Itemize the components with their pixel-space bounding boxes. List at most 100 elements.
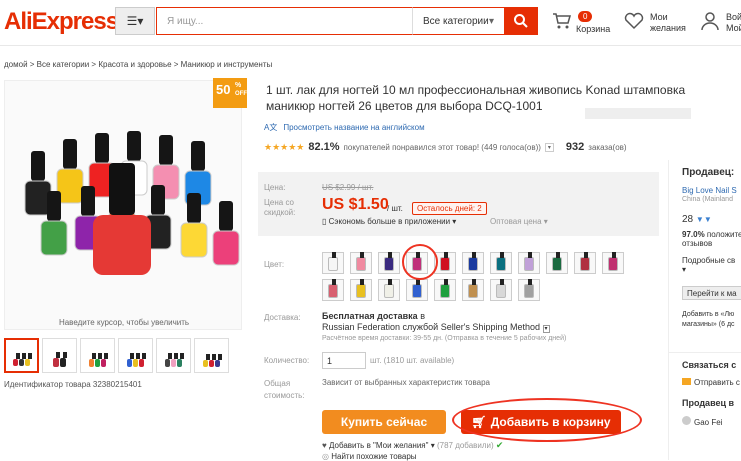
find-similar-text: Найти похожие товары	[331, 452, 417, 461]
swatch-bottle-icon	[608, 252, 618, 271]
wholesale-price-link[interactable]: Оптовая цена ▾	[490, 217, 548, 226]
seller-details-link[interactable]: Подробные св ▾	[682, 256, 735, 274]
discount-price-label-1: Цена со	[264, 198, 294, 207]
bottle-cap	[191, 141, 205, 171]
send-message-link[interactable]: Отправить с	[682, 378, 740, 387]
discount-price-label: Цена со скидкой:	[264, 198, 295, 218]
translate-title-link[interactable]: A文 Просмотреть название на английском	[264, 122, 425, 133]
thumbnail-6[interactable]	[194, 338, 229, 373]
cart-count-badge: 0	[578, 11, 593, 22]
thumbnail-1[interactable]	[4, 338, 39, 373]
add-fav-line1: Добавить в «Лю	[682, 311, 735, 318]
color-swatch[interactable]	[322, 279, 344, 301]
swatch-bottle-icon	[384, 252, 394, 271]
app-save-link[interactable]: ▯ Сэкономь больше в приложении ▾	[322, 217, 456, 226]
account-link[interactable]: ВойМой	[726, 12, 741, 34]
bottle-cap	[219, 201, 233, 231]
swatch-bottle-icon	[524, 279, 534, 298]
account-line2: Мой	[726, 23, 741, 33]
wishlist-heart-icon: ♥	[322, 441, 327, 450]
envelope-icon	[682, 378, 691, 385]
shipping-method-text: Russian Federation службой Seller's Ship…	[322, 322, 540, 332]
wishlist-line1: Мои	[650, 12, 668, 22]
quantity-available: шт. (1810 шт. available)	[370, 356, 455, 365]
translate-title-text: Просмотреть название на английском	[283, 123, 425, 132]
color-swatch[interactable]	[350, 279, 372, 301]
seller-name-link[interactable]: Big Love Nail S	[682, 186, 737, 195]
search-input[interactable]: Я ищу...	[156, 7, 412, 35]
orders-count: 932	[565, 141, 585, 153]
color-swatch[interactable]	[350, 252, 372, 274]
color-swatch[interactable]	[574, 252, 596, 274]
bottle-body	[212, 230, 240, 266]
category-menu-button[interactable]: ☰▾	[115, 7, 155, 35]
seller-score-value: 28	[682, 214, 694, 225]
color-swatch[interactable]	[406, 279, 428, 301]
divider	[668, 352, 741, 353]
user-icon[interactable]	[700, 11, 720, 31]
free-shipping: Бесплатная доставка в	[322, 311, 425, 321]
wholesale-price-text: Оптовая цена	[490, 217, 542, 226]
wishlist-add-link[interactable]: ♥ Добавить в "Мои желания" ▾ (787 добави…	[322, 440, 503, 451]
thumbnail-2[interactable]	[42, 338, 77, 373]
color-swatch[interactable]	[462, 252, 484, 274]
cart-icon[interactable]	[552, 12, 572, 30]
phone-icon: ▯	[322, 217, 327, 226]
buy-now-button[interactable]: Купить сейчас	[322, 410, 446, 434]
color-swatch[interactable]	[546, 252, 568, 274]
thumbnail-4[interactable]	[118, 338, 153, 373]
bottle-cap	[63, 139, 77, 169]
add-favorite-store[interactable]: Добавить в «Лю магазины» (6 дс	[682, 310, 735, 330]
seller-country: China (Mainland	[682, 196, 733, 203]
seller-contact-name[interactable]: Gao Fei	[682, 416, 722, 427]
selected-color-annotation	[402, 244, 438, 280]
color-swatch[interactable]	[462, 279, 484, 301]
aliexpress-logo[interactable]: AliExpress	[4, 8, 119, 36]
thumbnail-5[interactable]	[156, 338, 191, 373]
orders-label: заказа(ов)	[588, 142, 627, 152]
bottle-cap	[31, 151, 45, 181]
color-swatch[interactable]	[602, 252, 624, 274]
total-label-2: стоимость:	[264, 391, 305, 400]
shipping-method[interactable]: Russian Federation службой Seller's Ship…	[322, 322, 550, 333]
find-similar-link[interactable]: ◎ Найти похожие товары	[322, 452, 417, 461]
rating-dropdown-icon[interactable]: ▾	[544, 142, 554, 152]
color-swatch[interactable]	[434, 279, 456, 301]
wishlist-add-text: Добавить в "Мои желания"	[328, 441, 429, 450]
color-swatch[interactable]	[378, 279, 400, 301]
discount-price-label-2: скидкой:	[264, 208, 296, 217]
heart-icon[interactable]	[624, 12, 644, 30]
shipping-to: в	[420, 311, 425, 321]
thumbnail-3[interactable]	[80, 338, 115, 373]
color-swatch[interactable]	[518, 252, 540, 274]
color-swatch[interactable]	[490, 279, 512, 301]
color-swatch[interactable]	[322, 252, 344, 274]
rating-text[interactable]: покупателей понравился этот товар! (449 …	[344, 143, 541, 152]
color-swatch[interactable]	[378, 252, 400, 274]
wishlist-link[interactable]: Мои желания	[650, 12, 686, 34]
breadcrumb[interactable]: домой > Все категории > Красота и здоров…	[4, 60, 272, 69]
go-to-store-button[interactable]: Перейти к ма	[682, 286, 741, 300]
color-swatch[interactable]	[518, 279, 540, 301]
account-line1: Вой	[726, 12, 741, 22]
swatch-bottle-icon	[580, 252, 590, 271]
bottle-body	[180, 222, 208, 258]
product-main-image[interactable]: Наведите курсор, чтобы увеличить	[4, 80, 242, 330]
bottle-cap	[151, 185, 165, 215]
quantity-input[interactable]: 1	[322, 352, 366, 369]
search-button[interactable]	[504, 7, 538, 35]
price-unit: / шт.	[387, 204, 403, 213]
similar-icon: ◎	[322, 452, 329, 461]
color-swatch[interactable]	[490, 252, 512, 274]
cart-label[interactable]: Корзина	[576, 24, 610, 35]
bottle-cap	[127, 131, 141, 161]
placeholder-bar	[585, 108, 691, 119]
nail-polish-photo: Наведите курсор, чтобы увеличить	[5, 81, 241, 329]
discount-badge-off: OFF	[235, 91, 247, 97]
bottle-cap	[47, 191, 61, 221]
medal-icon: ▼▼	[695, 215, 712, 224]
front-bottle-body	[93, 215, 151, 275]
seller-avatar-icon	[682, 416, 691, 425]
days-left-badge: Осталось дней: 2	[412, 202, 487, 215]
category-select[interactable]: Все категории ▾	[412, 7, 504, 35]
